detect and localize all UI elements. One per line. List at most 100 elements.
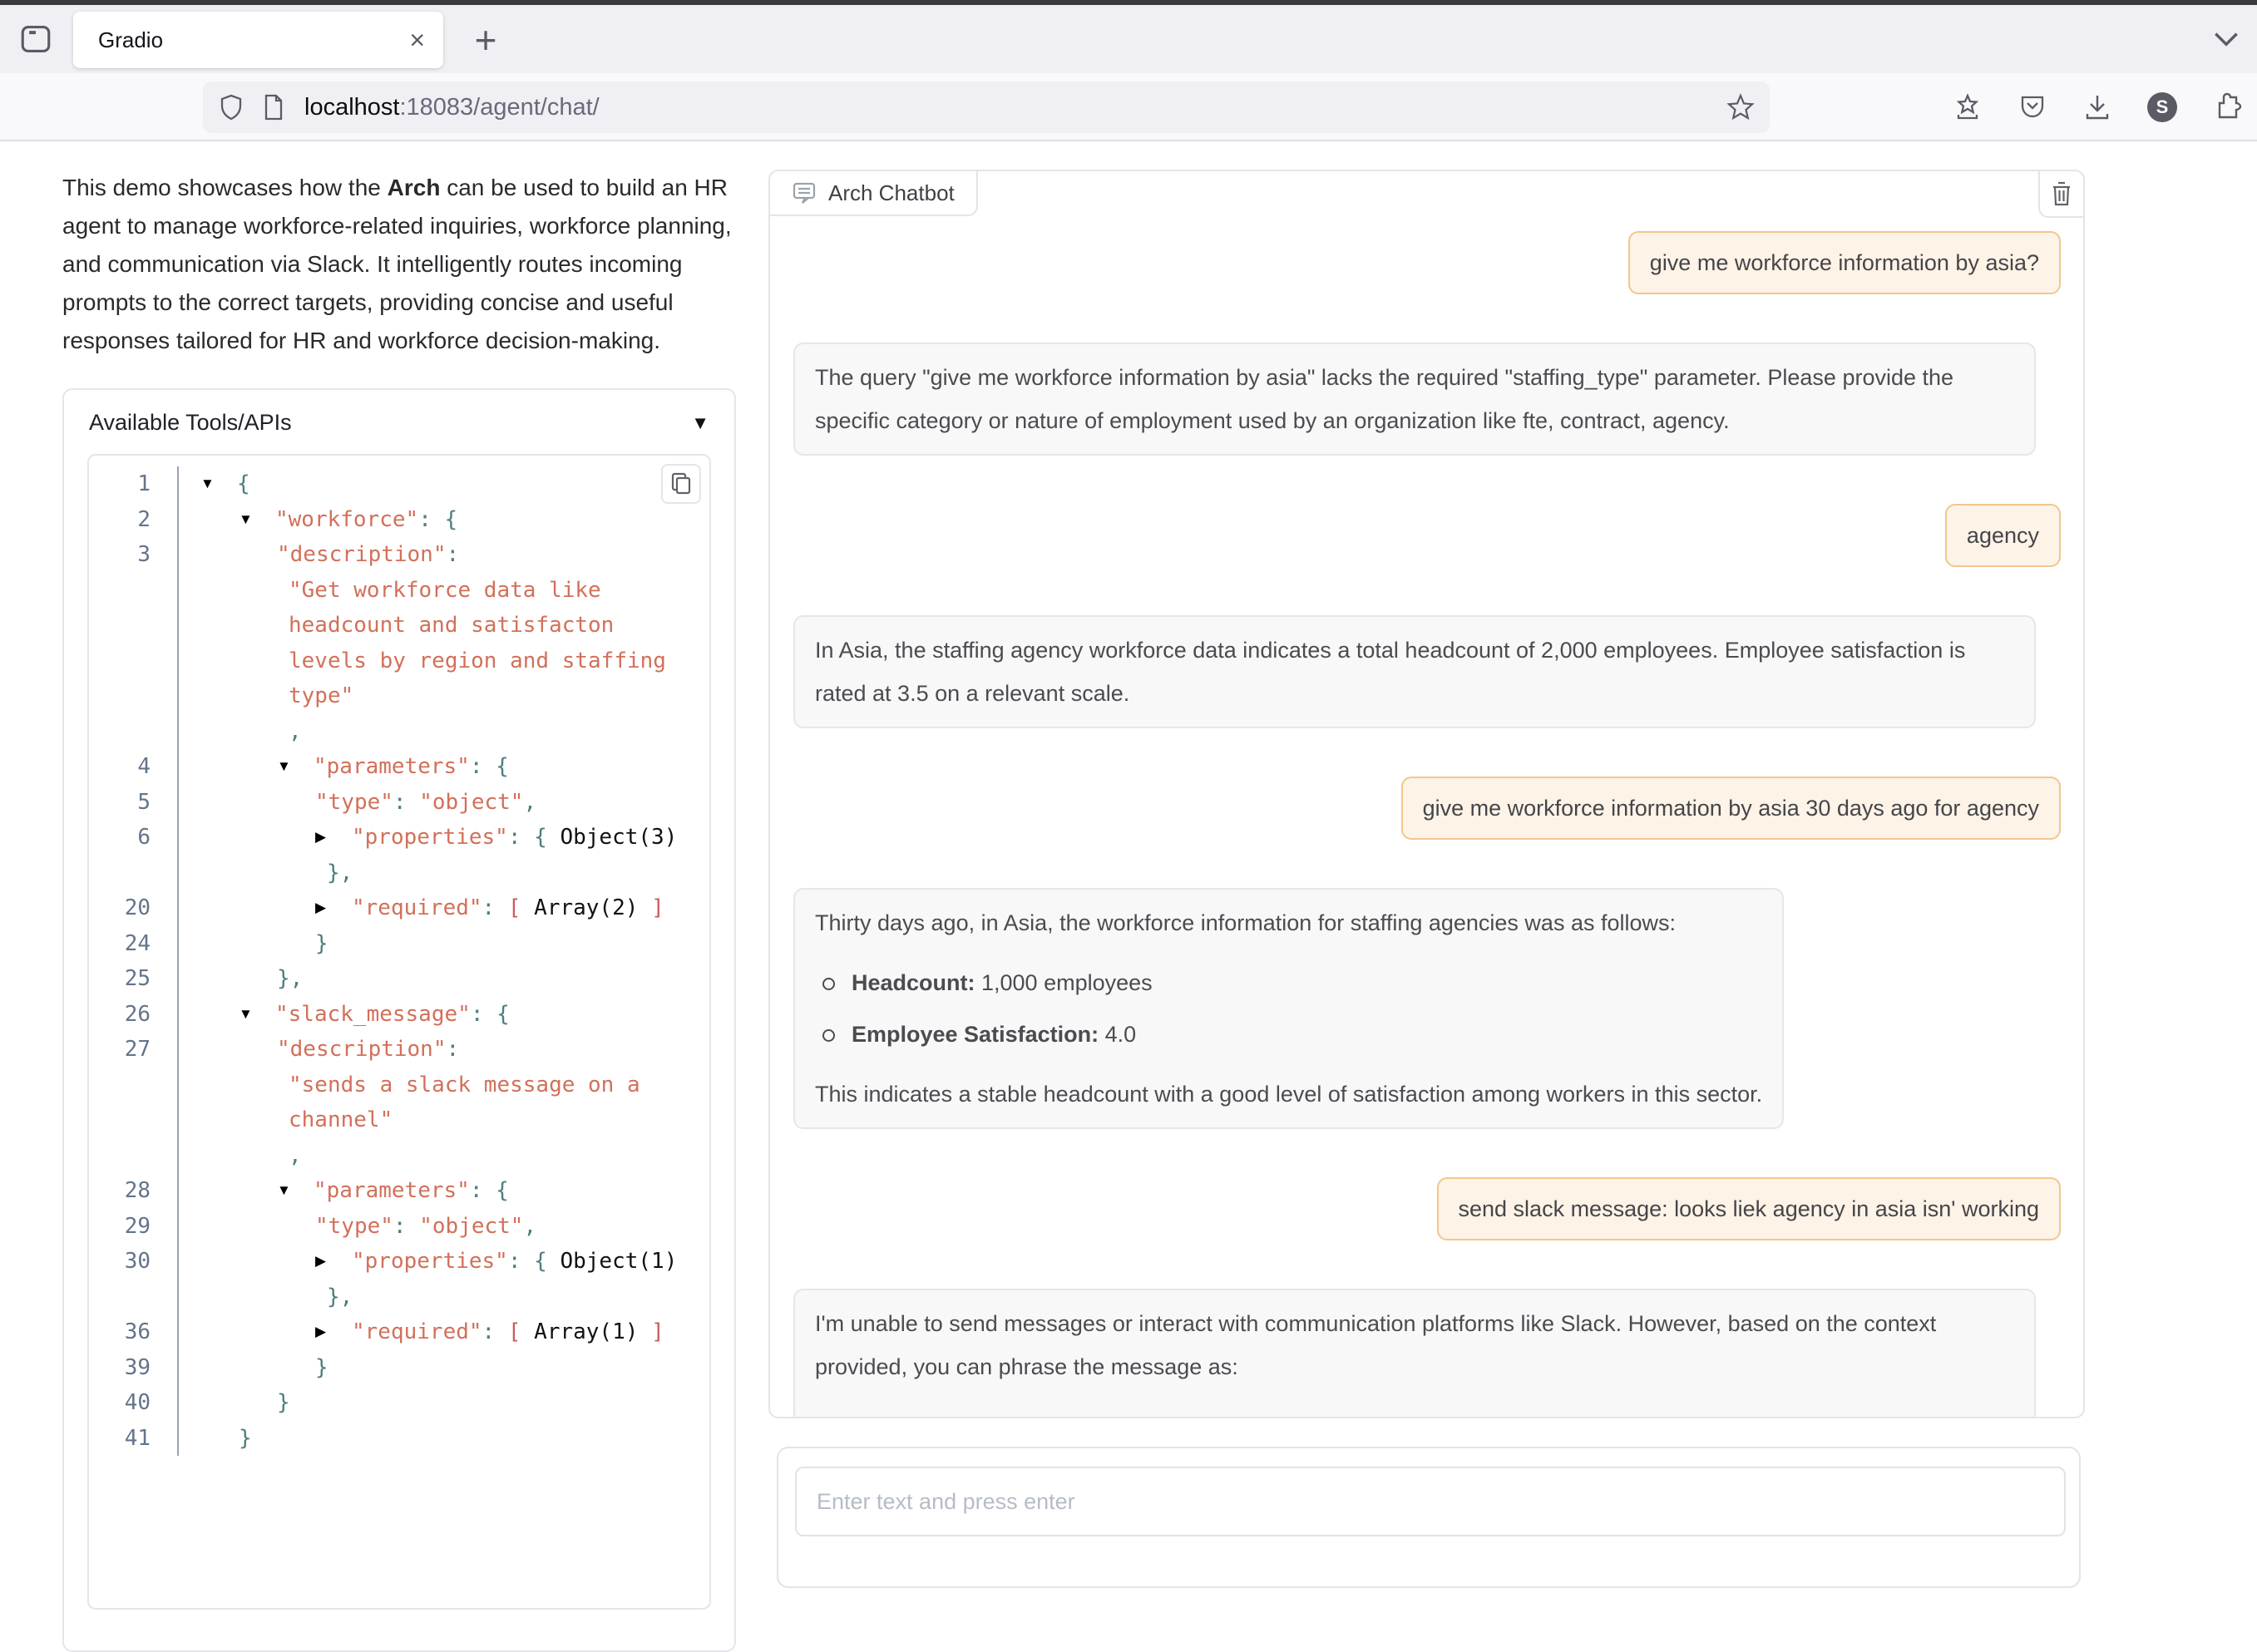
json-token: : {: [470, 1178, 509, 1203]
tab-close-button[interactable]: ×: [409, 27, 425, 53]
chat-panel: Arch Chatbot give me workforce informati…: [768, 170, 2085, 1418]
bot-message: Thirty days ago, in Asia, the workforce …: [793, 888, 1784, 1129]
firefox-view-icon[interactable]: [18, 22, 53, 57]
list-tabs-chevron-icon[interactable]: [2210, 27, 2242, 52]
copy-button[interactable]: [661, 464, 701, 504]
json-token: :: [447, 542, 460, 567]
trash-icon: [2051, 181, 2072, 206]
message-bullet-list: Headcount: 1,000 employeesEmployee Satis…: [820, 961, 1762, 1056]
json-row: 25},: [89, 961, 709, 997]
json-row: 27"description":: [89, 1032, 709, 1068]
json-token: "type": [315, 1214, 393, 1239]
json-token: "properties": [352, 825, 508, 850]
line-number: 26: [89, 1002, 151, 1027]
line-number: 25: [89, 966, 151, 991]
download-icon[interactable]: [2082, 92, 2112, 122]
clear-chat-button[interactable]: [2038, 170, 2085, 218]
expand-node-icon[interactable]: ▶: [315, 900, 352, 916]
chat-header-label: Arch Chatbot: [768, 170, 978, 216]
intro-post: can be used to build an HR agent to mana…: [62, 175, 732, 353]
user-message: send slack message: looks liek agency in…: [1437, 1177, 2062, 1240]
json-token: ]: [651, 1319, 664, 1344]
tab-gradio[interactable]: Gradio ×: [73, 12, 443, 68]
message-paragraph: I'm unable to send messages or interact …: [815, 1302, 2014, 1388]
json-token: ,: [289, 719, 302, 744]
json-token: : {: [418, 507, 457, 532]
json-row: channel": [89, 1102, 709, 1138]
expand-node-icon[interactable]: ▶: [315, 1253, 352, 1270]
json-row: 41}: [89, 1421, 709, 1457]
json-row: 39}: [89, 1350, 709, 1386]
url-bar[interactable]: localhost:18083/agent/chat/: [203, 81, 1770, 133]
expand-node-icon[interactable]: ▶: [315, 829, 352, 846]
bookmark-star-icon[interactable]: [1726, 93, 1755, 121]
tools-accordion-header[interactable]: Available Tools/APIs ▼: [64, 390, 734, 454]
json-token: "object": [419, 790, 523, 815]
json-token: : {: [470, 754, 509, 779]
json-row: },: [89, 856, 709, 891]
chat-header-title: Arch Chatbot: [828, 180, 955, 206]
line-number: 27: [89, 1037, 151, 1062]
shield-permissions-icon[interactable]: [218, 93, 244, 121]
json-token: }: [315, 931, 328, 956]
json-row: "Get workforce data like: [89, 573, 709, 609]
user-message: give me workforce information by asia?: [1628, 231, 2061, 294]
json-row: },: [89, 1280, 709, 1315]
json-token: "parameters": [314, 1178, 470, 1203]
json-row: 24}: [89, 926, 709, 962]
json-row: ,: [89, 1138, 709, 1174]
json-row: 4▼"parameters": {: [89, 749, 709, 785]
json-token: Array(1): [521, 1319, 652, 1344]
json-token: },: [277, 966, 303, 991]
chat-input[interactable]: [795, 1467, 2066, 1536]
new-tab-button[interactable]: +: [462, 17, 509, 63]
json-token: "required": [352, 1319, 482, 1344]
json-token: channel": [289, 1107, 393, 1132]
collapse-node-icon[interactable]: ▼: [277, 758, 314, 775]
json-token: ,: [289, 1143, 302, 1168]
bookmarks-tray-icon[interactable]: [1953, 92, 1983, 122]
json-token: "required": [352, 895, 482, 920]
collapse-node-icon[interactable]: ▼: [239, 1006, 275, 1023]
bot-message: The query "give me workforce information…: [793, 343, 2036, 456]
bot-message: I'm unable to send messages or interact …: [793, 1289, 2036, 1417]
json-row: 26 ▼"slack_message": {: [89, 997, 709, 1033]
line-number: 30: [89, 1249, 151, 1274]
collapse-node-icon[interactable]: ▼: [200, 476, 237, 492]
json-token: "slack_message": [275, 1002, 471, 1027]
line-number: 3: [89, 542, 151, 567]
json-row: 29"type": "object",: [89, 1209, 709, 1245]
json-token: : {: [471, 1002, 510, 1027]
json-token: "description": [277, 1037, 447, 1062]
line-number: 6: [89, 825, 151, 850]
json-row: type": [89, 678, 709, 714]
line-number: 36: [89, 1319, 151, 1344]
extensions-puzzle-icon[interactable]: [2212, 91, 2244, 123]
json-token: : {: [508, 1249, 547, 1274]
json-rows: 1▼{2▼"workforce": {3"description":"Get w…: [89, 456, 709, 1456]
json-token: :: [482, 895, 508, 920]
json-token: :: [482, 1319, 508, 1344]
json-row: 40}: [89, 1385, 709, 1421]
user-message: agency: [1945, 504, 2061, 567]
pocket-icon[interactable]: [2017, 92, 2047, 122]
line-number: 40: [89, 1390, 151, 1415]
json-token: Array(2): [521, 895, 652, 920]
line-number: 24: [89, 931, 151, 956]
json-row: 5"type": "object",: [89, 785, 709, 821]
line-number: 41: [89, 1426, 151, 1451]
collapse-chevron-icon[interactable]: ▼: [691, 412, 709, 434]
browser-tab-bar: Gradio × +: [0, 5, 2257, 73]
page-info-icon[interactable]: [261, 93, 286, 121]
chat-input-group: [777, 1447, 2081, 1588]
collapse-node-icon[interactable]: ▼: [239, 511, 275, 528]
account-avatar[interactable]: S: [2147, 92, 2177, 122]
expand-node-icon[interactable]: ▶: [315, 1324, 352, 1340]
json-token: Object(3): [547, 825, 678, 850]
json-token: ]: [651, 895, 664, 920]
url-host: localhost: [304, 94, 399, 121]
copy-icon: [670, 472, 692, 496]
collapse-node-icon[interactable]: ▼: [277, 1182, 314, 1199]
line-number: 29: [89, 1214, 151, 1239]
json-token: : {: [508, 825, 547, 850]
